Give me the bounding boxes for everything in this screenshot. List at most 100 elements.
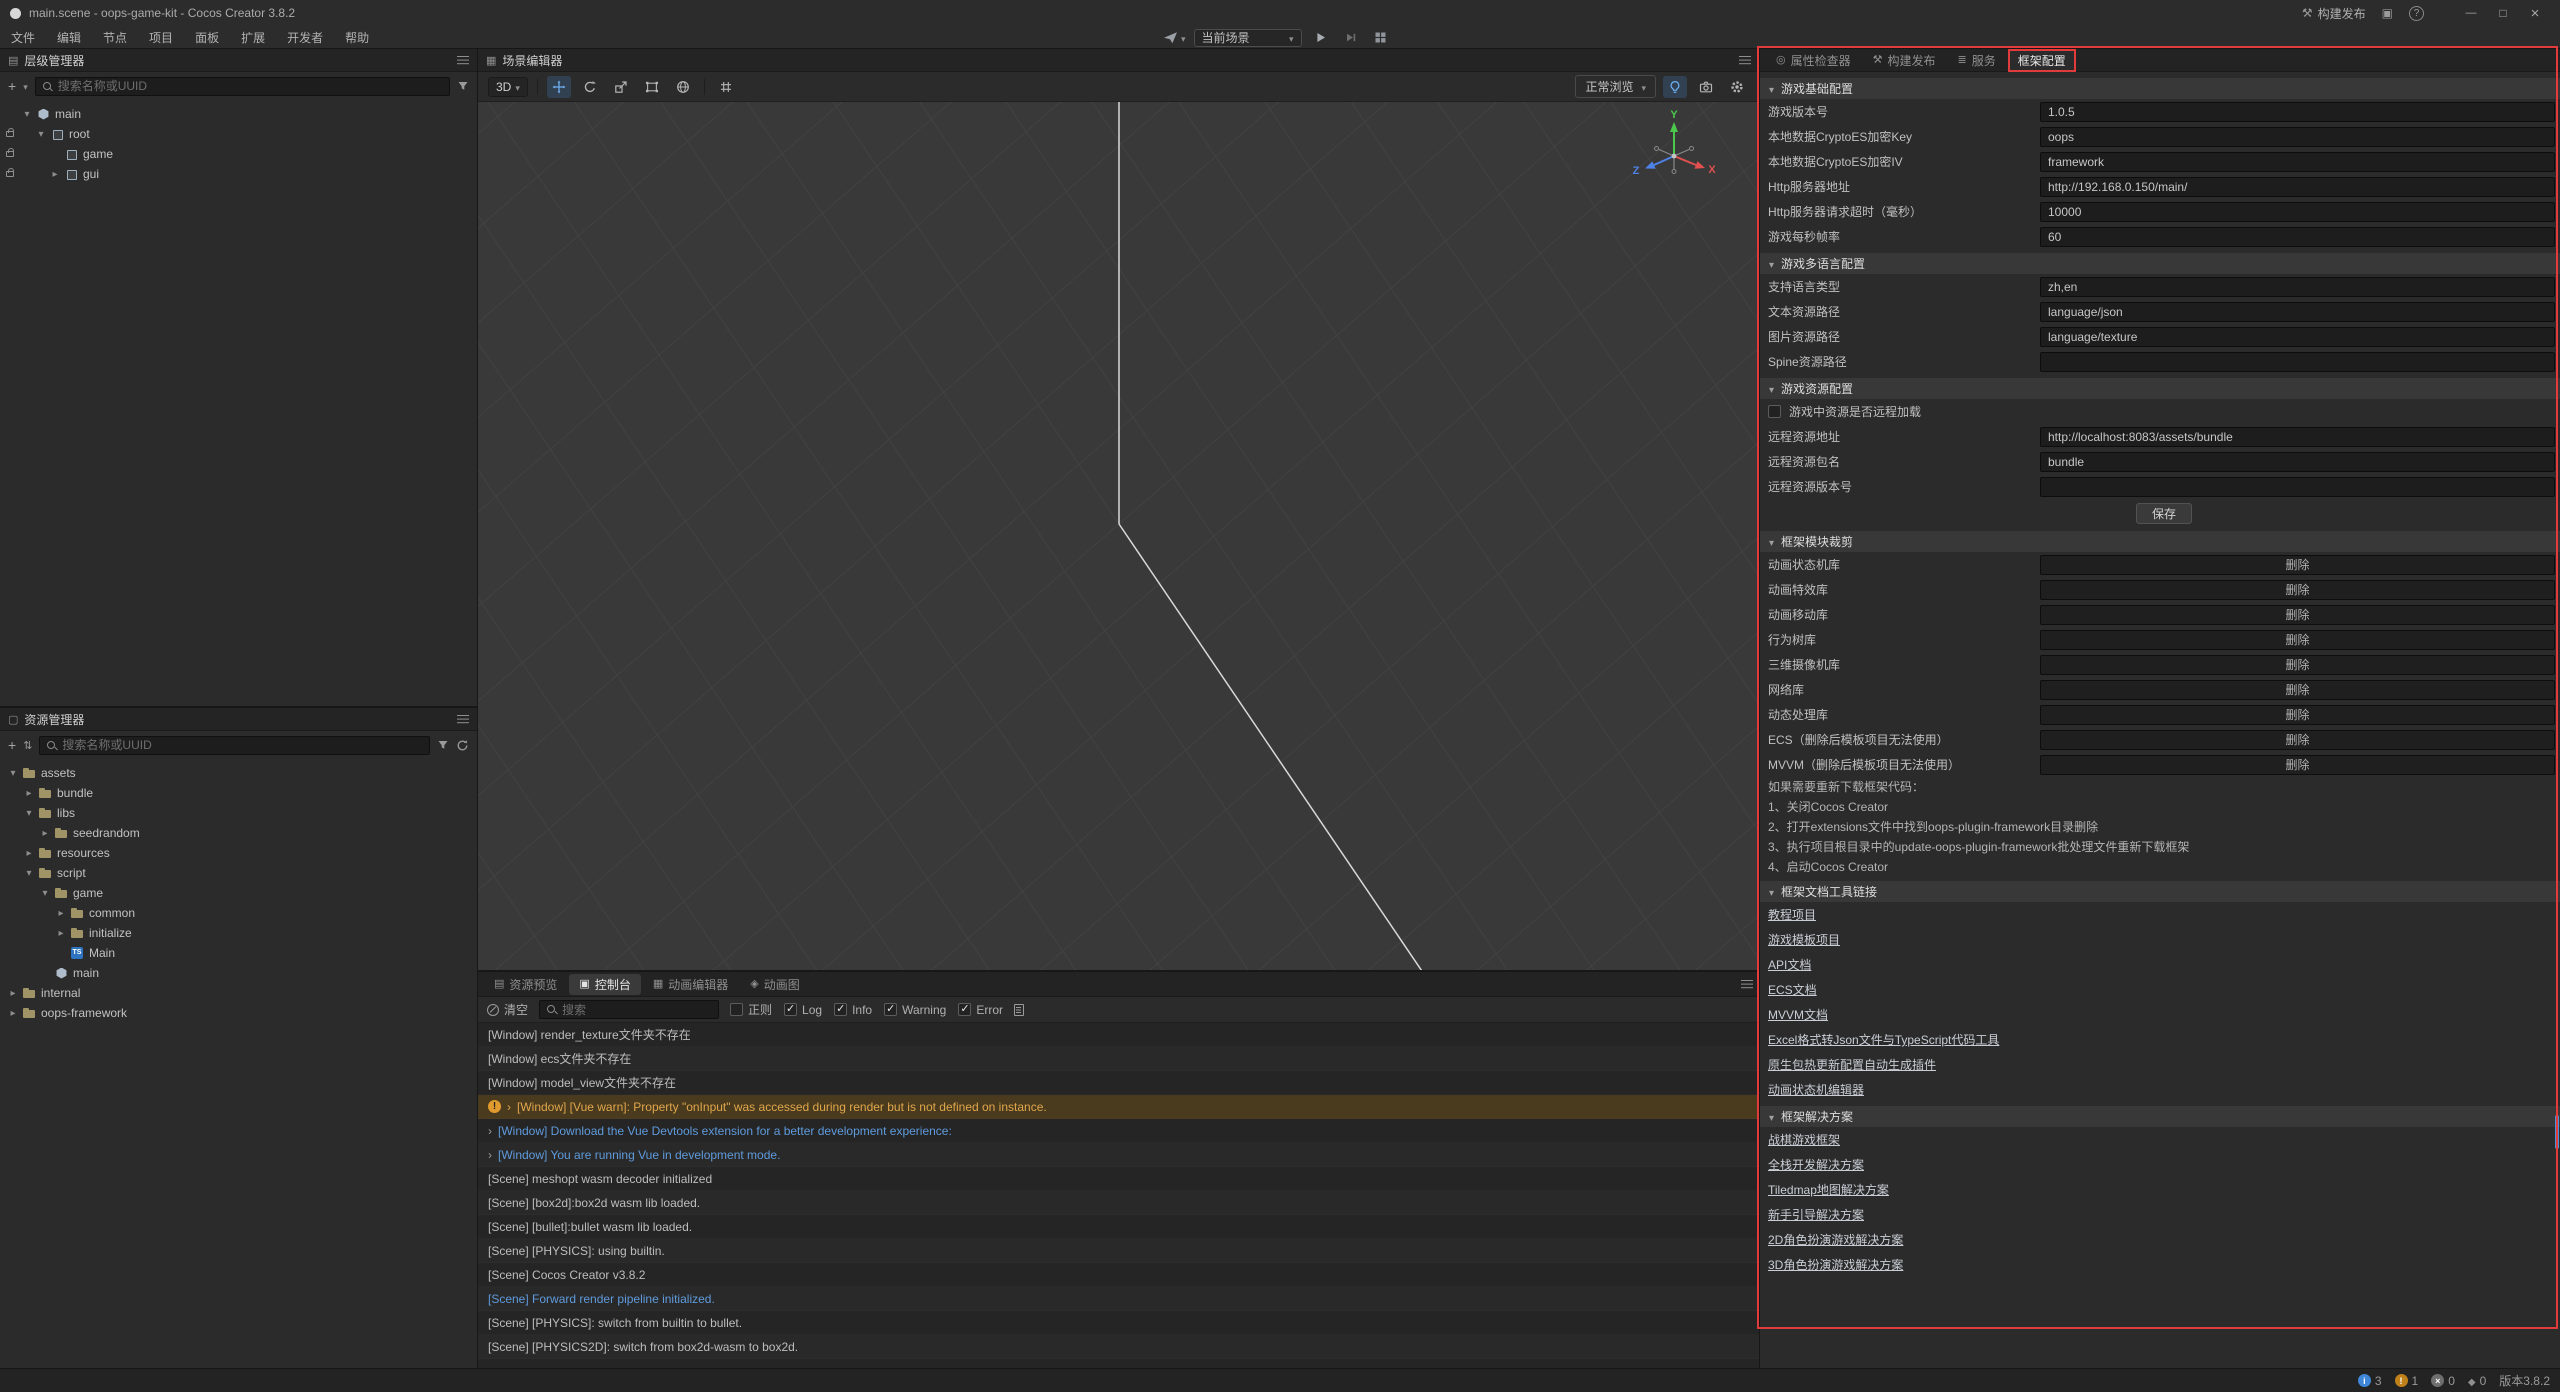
- scrollbar-thumb[interactable]: [2555, 1115, 2559, 1149]
- config-input[interactable]: [2040, 477, 2555, 497]
- expand-arrow-icon[interactable]: [488, 1148, 492, 1162]
- console-tab[interactable]: 动画编辑器: [643, 974, 738, 995]
- snap-grid-toggle[interactable]: [714, 76, 738, 98]
- play-button[interactable]: [1310, 28, 1332, 48]
- doc-link[interactable]: Excel格式转Json文件与TypeScript代码工具: [1768, 1031, 1999, 1048]
- config-input[interactable]: [2040, 452, 2555, 472]
- console-log-row[interactable]: [Scene] [PHYSICS]: switch from builtin t…: [478, 1311, 1759, 1335]
- console-log-row[interactable]: [Scene] [PHYSICS]: using builtin.: [478, 1239, 1759, 1263]
- config-input[interactable]: [2040, 302, 2555, 322]
- expand-arrow-icon[interactable]: [8, 768, 18, 779]
- remote-load-checkbox-row[interactable]: 游戏中资源是否远程加载: [1760, 399, 2560, 424]
- delete-module-button[interactable]: 删除: [2040, 730, 2555, 750]
- menu-item[interactable]: 帮助: [334, 26, 380, 48]
- console-log-row[interactable]: [Scene] Cocos Creator v3.8.2: [478, 1263, 1759, 1287]
- delete-module-button[interactable]: 删除: [2040, 605, 2555, 625]
- clear-console-button[interactable]: 清空: [487, 1001, 528, 1018]
- refresh-button[interactable]: [456, 739, 469, 752]
- asset-node[interactable]: oops-framework: [0, 1003, 477, 1023]
- solution-link[interactable]: 2D角色扮演游戏解决方案: [1768, 1231, 1903, 1248]
- section-header-solutions[interactable]: 框架解决方案: [1760, 1106, 2560, 1127]
- expand-arrow-icon[interactable]: [40, 888, 50, 899]
- scene-camera-button[interactable]: [1694, 76, 1718, 98]
- console-filter[interactable]: Log: [784, 1003, 822, 1017]
- hierarchy-node[interactable]: game: [0, 144, 477, 164]
- scene-viewport[interactable]: Y X Z: [478, 102, 1759, 970]
- section-header-doc-links[interactable]: 框架文档工具链接: [1760, 881, 2560, 902]
- expand-arrow-icon[interactable]: [56, 928, 66, 939]
- lock-icon[interactable]: [6, 151, 14, 157]
- delete-module-button[interactable]: 删除: [2040, 755, 2555, 775]
- expand-arrow-icon[interactable]: [50, 169, 60, 180]
- menu-item[interactable]: 节点: [92, 26, 138, 48]
- inspector-tab[interactable]: 属性检查器: [1766, 49, 1861, 72]
- asset-node[interactable]: common: [0, 903, 477, 923]
- expand-arrow-icon[interactable]: [24, 808, 34, 819]
- hierarchy-search-input[interactable]: [58, 79, 443, 93]
- asset-node[interactable]: bundle: [0, 783, 477, 803]
- add-node-button[interactable]: [8, 79, 16, 94]
- asset-node[interactable]: resources: [0, 843, 477, 863]
- delete-module-button[interactable]: 删除: [2040, 705, 2555, 725]
- inspector-tab[interactable]: 框架配置: [2008, 49, 2076, 72]
- console-search-input[interactable]: [562, 1003, 712, 1017]
- panel-menu-icon[interactable]: [1741, 980, 1753, 989]
- asset-node[interactable]: libs: [0, 803, 477, 823]
- asset-node[interactable]: initialize: [0, 923, 477, 943]
- solution-link[interactable]: 新手引导解决方案: [1768, 1206, 1864, 1223]
- help-icon[interactable]: [2409, 6, 2424, 21]
- doc-link[interactable]: 原生包热更新配置自动生成插件: [1768, 1056, 1936, 1073]
- close-button[interactable]: [2520, 1, 2550, 25]
- checkbox-icon[interactable]: [1768, 405, 1781, 418]
- config-input[interactable]: [2040, 277, 2555, 297]
- menu-item[interactable]: 扩展: [230, 26, 276, 48]
- lock-icon[interactable]: [6, 171, 14, 177]
- package-icon[interactable]: [2382, 6, 2393, 20]
- console-log-row[interactable]: [Window] render_texture文件夹不存在: [478, 1023, 1759, 1047]
- console-log-row[interactable]: [Window] You are running Vue in developm…: [478, 1143, 1759, 1167]
- menu-item[interactable]: 文件: [0, 26, 46, 48]
- config-input[interactable]: [2040, 177, 2555, 197]
- menu-item[interactable]: 编辑: [46, 26, 92, 48]
- maximize-button[interactable]: [2488, 1, 2518, 25]
- expand-arrow-icon[interactable]: [24, 868, 34, 879]
- expand-arrow-icon[interactable]: [24, 848, 34, 859]
- config-input[interactable]: [2040, 102, 2555, 122]
- inspector-tab[interactable]: 服务: [1948, 49, 2006, 72]
- save-button[interactable]: 保存: [2136, 503, 2192, 524]
- doc-link[interactable]: 教程项目: [1768, 906, 1816, 923]
- console-log-row[interactable]: [Scene] Forward render pipeline initiali…: [478, 1287, 1759, 1311]
- chevron-down-icon[interactable]: [23, 79, 28, 93]
- console-log-row[interactable]: [Window] [Vue warn]: Property "onInput" …: [478, 1095, 1759, 1119]
- console-filter[interactable]: Warning: [884, 1003, 946, 1017]
- console-log-row[interactable]: [Scene] meshopt wasm decoder initialized: [478, 1167, 1759, 1191]
- console-log-row[interactable]: [Scene] [bullet]:bullet wasm lib loaded.: [478, 1215, 1759, 1239]
- expand-arrow-icon[interactable]: [8, 1008, 18, 1019]
- assets-search-input[interactable]: [62, 738, 423, 752]
- delete-module-button[interactable]: 删除: [2040, 655, 2555, 675]
- console-log-row[interactable]: [Window] model_view文件夹不存在: [478, 1071, 1759, 1095]
- hierarchy-node[interactable]: main: [0, 104, 477, 124]
- config-input[interactable]: [2040, 427, 2555, 447]
- expand-arrow-icon[interactable]: [8, 988, 18, 999]
- asset-node[interactable]: main: [0, 963, 477, 983]
- console-tab[interactable]: 控制台: [569, 974, 640, 995]
- layout-grid-button[interactable]: [1370, 28, 1392, 48]
- dimension-toggle[interactable]: 3D: [488, 77, 528, 97]
- rotate-tool[interactable]: [578, 76, 602, 98]
- panel-menu-icon[interactable]: [457, 56, 469, 65]
- warning-count-badge[interactable]: 1: [2395, 1374, 2419, 1388]
- orientation-gizmo[interactable]: Y X Z: [1628, 108, 1720, 200]
- move-tool[interactable]: [547, 76, 571, 98]
- scene-light-toggle[interactable]: [1663, 76, 1687, 98]
- scene-settings-button[interactable]: [1725, 76, 1749, 98]
- console-log-row[interactable]: [Scene] [box2d]:box2d wasm lib loaded.: [478, 1191, 1759, 1215]
- lock-icon[interactable]: [6, 131, 14, 137]
- delete-module-button[interactable]: 删除: [2040, 580, 2555, 600]
- rect-tool[interactable]: [640, 76, 664, 98]
- config-input[interactable]: [2040, 352, 2555, 372]
- doc-link[interactable]: ECS文档: [1768, 981, 1817, 998]
- console-log-row[interactable]: [Scene] [PHYSICS2D]: switch from box2d-w…: [478, 1335, 1759, 1359]
- console-filter[interactable]: Info: [834, 1003, 872, 1017]
- preview-platform-dropdown[interactable]: [1163, 31, 1186, 45]
